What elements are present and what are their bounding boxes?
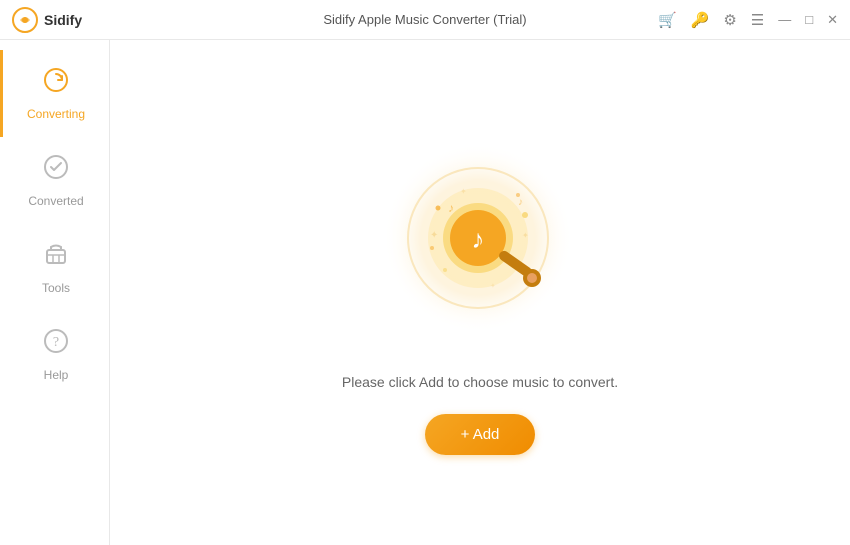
- svg-text:✦: ✦: [430, 230, 438, 241]
- close-button[interactable]: ✕: [827, 13, 838, 26]
- sidebar-help-label: Help: [44, 368, 69, 382]
- svg-text:♪: ♪: [472, 224, 485, 254]
- minimize-button[interactable]: —: [778, 13, 791, 26]
- main-content: ♪ ♪ ♪ ✦ ✦ ✦ ✦: [110, 40, 850, 545]
- converting-icon: [42, 66, 70, 101]
- prompt-text: Please click Add to choose music to conv…: [342, 374, 618, 390]
- key-icon[interactable]: 🔑: [691, 11, 710, 29]
- maximize-button[interactable]: □: [805, 13, 813, 26]
- svg-text:♪: ♪: [448, 201, 454, 215]
- sidebar-item-converted[interactable]: Converted: [0, 137, 109, 224]
- title-bar: Sidify Sidify Apple Music Converter (Tri…: [0, 0, 850, 40]
- window-title: Sidify Apple Music Converter (Trial): [122, 12, 728, 27]
- cart-icon[interactable]: 🛒: [658, 11, 677, 29]
- sidebar-item-tools[interactable]: Tools: [0, 224, 109, 311]
- svg-text:?: ?: [53, 335, 59, 350]
- logo-text: Sidify: [44, 12, 82, 28]
- sidebar: Converting Converted: [0, 40, 110, 545]
- svg-text:✦: ✦: [522, 231, 529, 240]
- svg-text:✦: ✦: [460, 187, 467, 196]
- converted-icon: [42, 153, 70, 188]
- app-logo: Sidify: [12, 7, 122, 33]
- menu-icon[interactable]: ☰: [751, 11, 764, 29]
- sidebar-converted-label: Converted: [28, 194, 83, 208]
- sidebar-item-converting[interactable]: Converting: [0, 50, 109, 137]
- help-icon: ?: [42, 327, 70, 362]
- svg-text:✦: ✦: [490, 282, 496, 290]
- app-body: Converting Converted: [0, 40, 850, 545]
- add-button[interactable]: + Add: [425, 414, 536, 455]
- svg-text:♪: ♪: [518, 197, 523, 208]
- settings-icon[interactable]: ⚙: [723, 11, 736, 29]
- sidebar-tools-label: Tools: [42, 281, 70, 295]
- sidebar-item-help[interactable]: ? Help: [0, 311, 109, 398]
- illustration: ♪ ♪ ♪ ✦ ✦ ✦ ✦: [370, 130, 590, 350]
- tools-icon: [42, 240, 70, 275]
- sidebar-converting-label: Converting: [27, 107, 85, 121]
- logo-icon: [12, 7, 38, 33]
- window-controls: 🛒 🔑 ⚙ ☰ — □ ✕: [728, 11, 838, 29]
